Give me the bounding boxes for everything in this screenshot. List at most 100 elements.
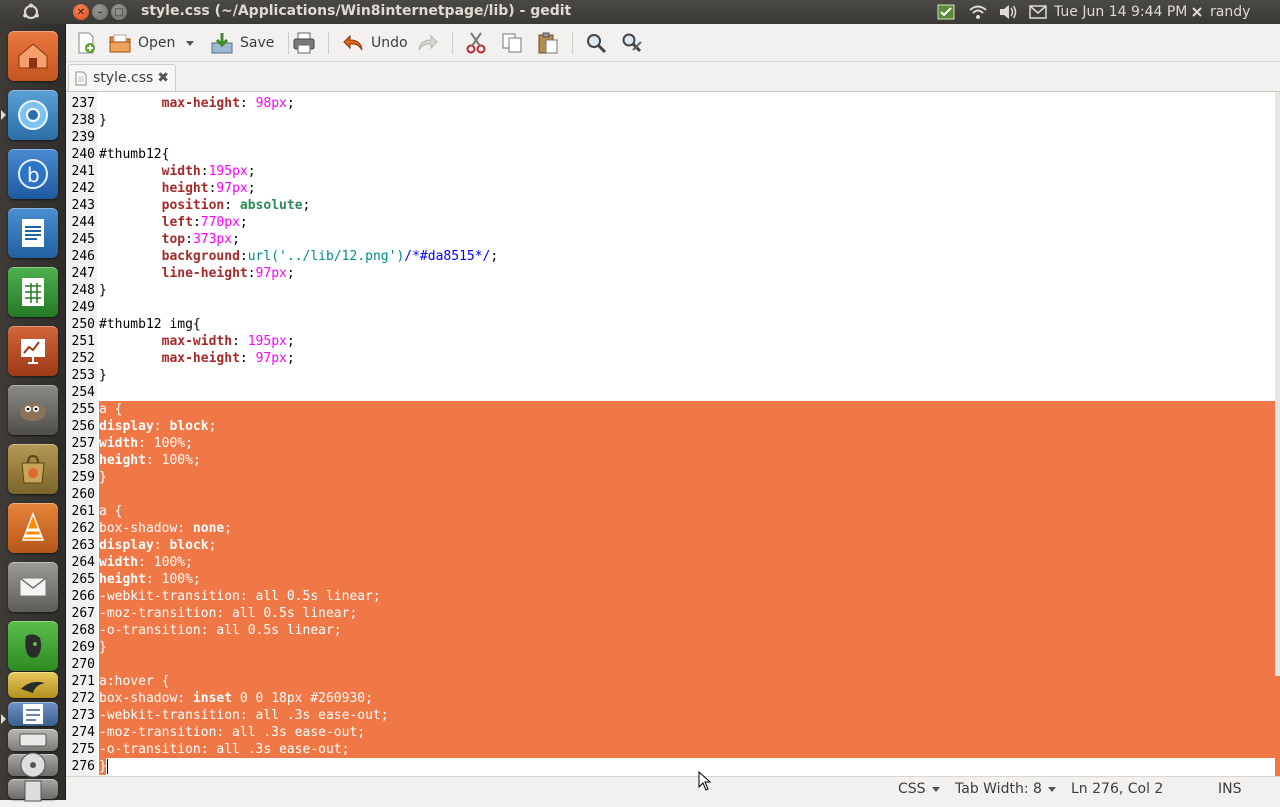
code-text: left:770px; — [161, 215, 248, 230]
code-line[interactable]: 239 — [66, 129, 1280, 146]
language-selector[interactable]: CSS — [898, 781, 940, 797]
code-line[interactable]: 242 height:97px; — [66, 180, 1280, 197]
code-text: height: 100%; — [99, 453, 201, 468]
save-label: Save — [240, 35, 275, 51]
search-icon — [587, 34, 607, 54]
code-line[interactable]: 240 #thumb12{ — [66, 146, 1280, 163]
ubuntu-logo-icon[interactable] — [20, 2, 42, 22]
code-line[interactable]: 266 -webkit-transition: all 0.5s linear; — [66, 588, 1280, 605]
code-line[interactable]: 268 -o-transition: all 0.5s linear; — [66, 622, 1280, 639]
code-line[interactable]: 253} — [66, 367, 1280, 384]
tab-width-selector[interactable]: Tab Width: 8 — [955, 781, 1056, 797]
vertical-scrollbar[interactable] — [1275, 92, 1280, 776]
code-text: background:url('../lib/12.png')/*#da8515… — [161, 249, 499, 264]
code-line[interactable]: 243 position: absolute; — [66, 197, 1280, 214]
wifi-icon[interactable] — [966, 3, 990, 21]
code-line[interactable]: 260 — [66, 486, 1280, 503]
line-number: 267 — [66, 605, 97, 622]
launcher-gimp[interactable] — [8, 385, 58, 435]
code-line[interactable]: 263 display: block; — [66, 537, 1280, 554]
tab-close-icon[interactable]: ✖ — [157, 70, 169, 86]
launcher-chromium[interactable] — [8, 90, 58, 140]
cursor-position: Ln 276, Col 2 — [1071, 781, 1164, 797]
launcher-calc[interactable] — [8, 267, 58, 317]
code-line[interactable]: 264 width: 100%; — [66, 554, 1280, 571]
code-line[interactable]: 254 — [66, 384, 1280, 401]
code-line[interactable]: 259} — [66, 469, 1280, 486]
launcher-impress[interactable] — [8, 326, 58, 376]
window-close-button[interactable]: ✕ — [73, 4, 89, 20]
code-line[interactable]: 271 a:hover { — [66, 673, 1280, 690]
code-text: position: absolute; — [161, 198, 311, 213]
launcher-writer[interactable] — [8, 208, 58, 258]
mail-icon[interactable] — [1027, 3, 1049, 21]
code-line[interactable]: 241 width:195px; — [66, 163, 1280, 180]
code-line[interactable]: 257 width: 100%; — [66, 435, 1280, 452]
text-cursor — [106, 759, 108, 774]
code-line[interactable]: 276} — [66, 758, 1280, 775]
window-minimize-button[interactable]: – — [92, 4, 108, 20]
language-label: CSS — [898, 781, 926, 797]
code-line[interactable]: 246 background:url('../lib/12.png')/*#da… — [66, 248, 1280, 265]
line-number: 259 — [66, 469, 97, 486]
code-line[interactable]: 245 top:373px; — [66, 231, 1280, 248]
copy-button[interactable] — [500, 29, 524, 57]
scrollbar-thumb[interactable] — [1275, 676, 1280, 776]
code-line[interactable]: 248} — [66, 282, 1280, 299]
user-name[interactable]: randy — [1210, 3, 1250, 21]
code-text: } — [99, 113, 107, 128]
undo-button[interactable]: Undo — [341, 29, 408, 57]
code-line[interactable]: 274 -moz-transition: all .3s ease-out; — [66, 724, 1280, 741]
code-line[interactable]: 249 — [66, 299, 1280, 316]
cut-button[interactable] — [464, 29, 488, 57]
save-button[interactable]: Save — [210, 29, 274, 57]
launcher-thunderbird[interactable] — [8, 562, 58, 612]
code-line[interactable]: 269} — [66, 639, 1280, 656]
find-button[interactable] — [584, 29, 608, 57]
volume-icon[interactable] — [996, 3, 1020, 21]
line-number: 264 — [66, 554, 97, 571]
launcher-bing[interactable]: b — [8, 149, 58, 199]
code-line[interactable]: 273 -webkit-transition: all .3s ease-out; — [66, 707, 1280, 724]
text-editor[interactable]: 237 max-height: 98px; 238} 239 240 #thumb12{… — [66, 91, 1280, 776]
code-line[interactable]: 238} — [66, 112, 1280, 129]
window-maximize-button[interactable]: □ — [111, 4, 127, 20]
line-number: 249 — [66, 299, 97, 316]
print-button[interactable] — [292, 29, 316, 57]
code-line[interactable]: 252 max-height: 97px; — [66, 350, 1280, 367]
launcher-evernote[interactable] — [8, 621, 58, 671]
code-line[interactable]: 272 box-shadow: inset 0 0 18px #260930; — [66, 690, 1280, 707]
code-line[interactable]: 258 height: 100%; — [66, 452, 1280, 469]
clock[interactable]: Tue Jun 14 9:44 PM — [1054, 3, 1187, 21]
code-line[interactable]: 270 — [66, 656, 1280, 673]
paste-button[interactable] — [536, 29, 560, 57]
code-line[interactable]: 261 a { — [66, 503, 1280, 520]
redo-button[interactable] — [416, 29, 440, 57]
launcher-home-folder[interactable] — [8, 31, 58, 81]
update-notifier-icon[interactable] — [936, 3, 956, 21]
code-line[interactable]: 267 -moz-transition: all 0.5s linear; — [66, 605, 1280, 622]
new-button[interactable] — [74, 29, 98, 57]
open-recent-dropdown[interactable] — [184, 29, 198, 57]
code-line[interactable]: 247 line-height:97px; — [66, 265, 1280, 282]
launcher-trash[interactable] — [8, 779, 58, 802]
code-line[interactable]: 255 a { — [66, 401, 1280, 418]
line-number: 245 — [66, 231, 97, 248]
open-button[interactable]: Open — [108, 29, 175, 57]
code-line[interactable]: 256 display: block; — [66, 418, 1280, 435]
code-line[interactable]: 237 max-height: 98px; — [66, 95, 1280, 112]
code-line[interactable]: 265 height: 100%; — [66, 571, 1280, 588]
launcher-stacked-app-1[interactable] — [8, 672, 58, 698]
launcher-vlc[interactable] — [8, 503, 58, 553]
code-line[interactable]: 262 box-shadow: none; — [66, 520, 1280, 537]
line-number: 238 — [66, 112, 97, 129]
code-line[interactable]: 244 left:770px; — [66, 214, 1280, 231]
launcher-software-center[interactable] — [8, 444, 58, 494]
find-replace-button[interactable] — [620, 29, 644, 57]
tab-style-css[interactable]: style.css ✖ — [68, 64, 176, 91]
code-line[interactable]: 250 #thumb12 img{ — [66, 316, 1280, 333]
power-icon[interactable] — [1190, 3, 1204, 21]
code-text: width:195px; — [161, 164, 256, 179]
code-line[interactable]: 275 -o-transition: all .3s ease-out; — [66, 741, 1280, 758]
code-line[interactable]: 251 max-width: 195px; — [66, 333, 1280, 350]
